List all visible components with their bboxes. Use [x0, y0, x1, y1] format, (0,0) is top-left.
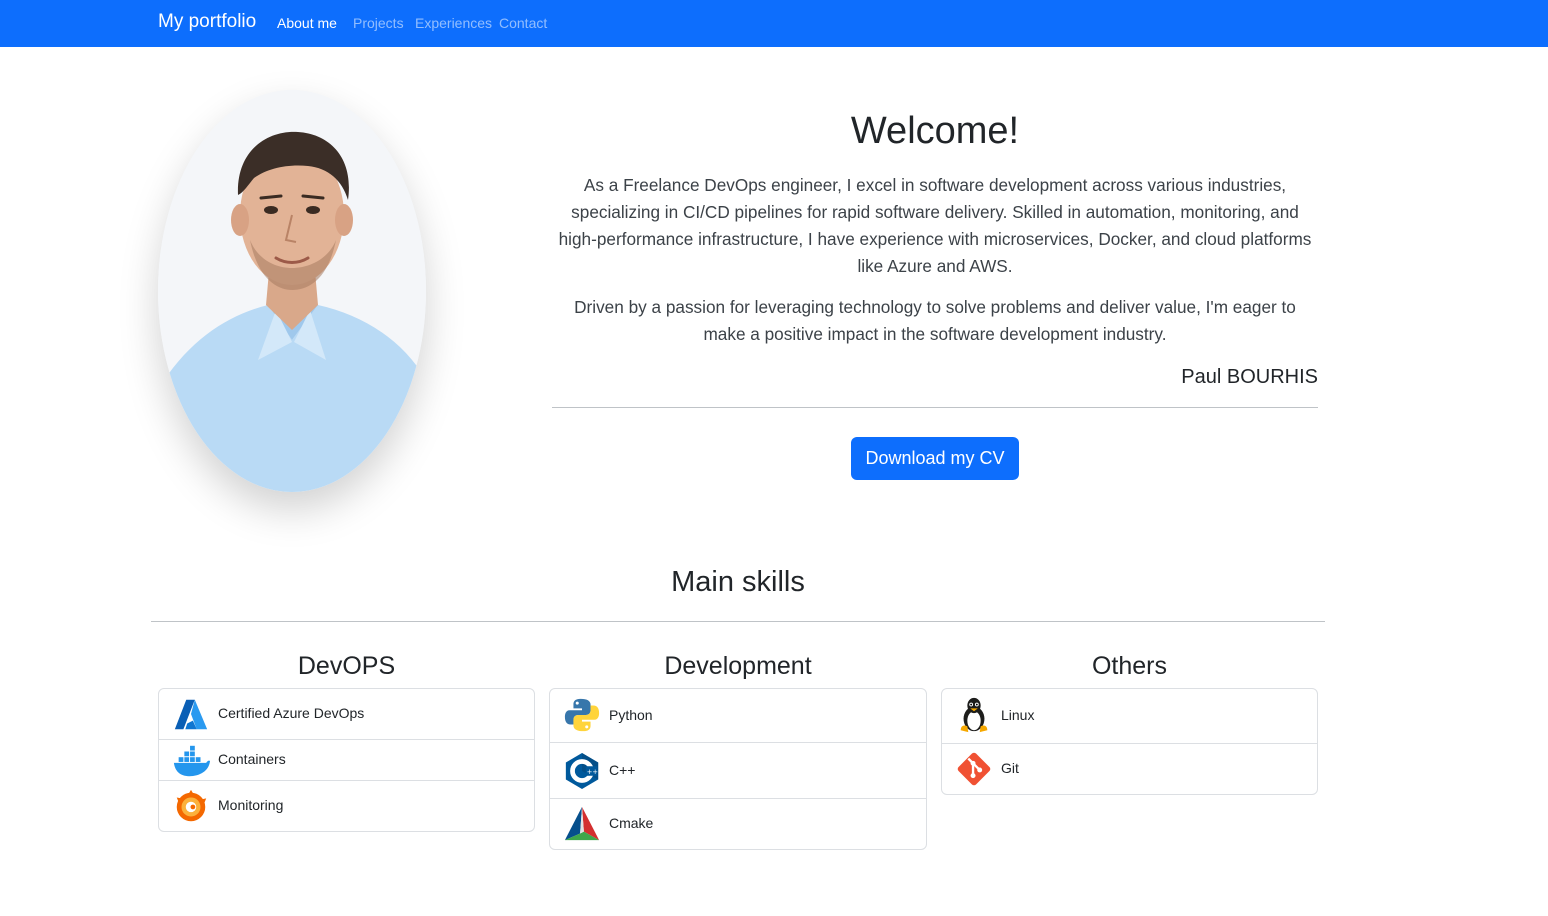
linux-icon [955, 696, 993, 734]
grafana-icon [172, 787, 210, 825]
skill-item-containers[interactable]: Containers [159, 740, 534, 781]
brand-link[interactable]: My portfolio [158, 11, 256, 33]
skills-column-title-development: Development [664, 652, 812, 680]
skill-label: Cmake [609, 815, 654, 831]
hero-divider [552, 407, 1318, 408]
navbar: My portfolio About me Projects Experienc… [0, 0, 1548, 47]
skill-label: Linux [1001, 707, 1035, 723]
skills-column-title-devops: DevOPS [297, 652, 396, 680]
skills-column-title-others: Others [1091, 652, 1168, 680]
skill-item-git[interactable]: Git [942, 744, 1317, 794]
intro-paragraph-1: As a Freelance DevOps engineer, I excel … [558, 175, 1312, 276]
svg-text:++: ++ [587, 768, 598, 776]
skill-label: Git [1001, 760, 1019, 776]
docker-icon [172, 742, 210, 780]
skill-label: Certified Azure DevOps [218, 705, 365, 721]
skill-item-azure[interactable]: Certified Azure DevOps [159, 689, 534, 740]
skills-card-devops: Certified Azure DevOps Containers Monito… [158, 688, 535, 832]
skill-label: Containers [218, 751, 286, 767]
skill-item-linux[interactable]: Linux [942, 689, 1317, 744]
skill-item-cmake[interactable]: Cmake [550, 799, 926, 849]
skill-label: C++ [609, 762, 636, 778]
skill-item-cpp[interactable]: ++ C++ [550, 743, 926, 799]
git-icon [955, 750, 993, 788]
skill-label: Python [609, 707, 653, 723]
intro-paragraph-2: Driven by a passion for leveraging techn… [574, 297, 1296, 344]
skills-title: Main skills [671, 566, 805, 598]
nav-link-contact[interactable]: Contact [499, 15, 547, 31]
skills-divider [151, 621, 1325, 622]
azure-icon [172, 695, 210, 733]
skills-card-development: Python ++ C++ Cmake [549, 688, 927, 850]
cpp-icon: ++ [563, 752, 601, 790]
download-cv-button[interactable]: Download my CV [851, 437, 1019, 480]
profile-photo [158, 90, 426, 492]
skill-item-monitoring[interactable]: Monitoring [159, 781, 534, 831]
author-signature: Paul BOURHIS [1181, 366, 1318, 388]
skill-label: Monitoring [218, 797, 284, 813]
nav-link-about-me[interactable]: About me [277, 15, 337, 31]
skills-card-others: Linux Git [941, 688, 1318, 795]
nav-link-projects[interactable]: Projects [353, 15, 404, 31]
welcome-title: Welcome! [850, 110, 1020, 152]
cmake-icon [563, 805, 601, 843]
skill-item-python[interactable]: Python [550, 689, 926, 743]
nav-link-experiences[interactable]: Experiences [415, 15, 492, 31]
python-icon [563, 696, 601, 734]
